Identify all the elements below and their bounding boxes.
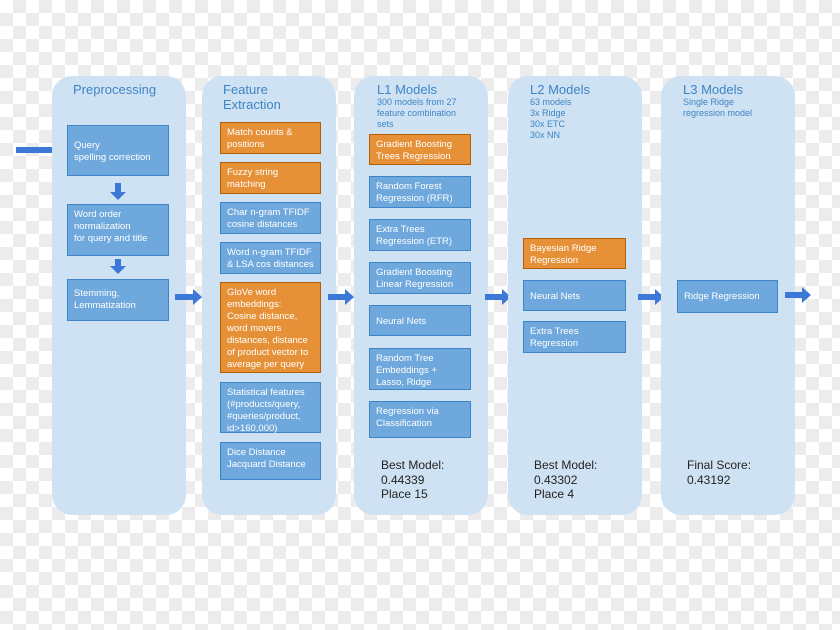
arrow-1 xyxy=(175,289,202,305)
model-box: Random Forest Regression (RFR) xyxy=(369,176,471,208)
column-subtitle: 300 models from 27 feature combination s… xyxy=(377,97,457,129)
column-title: Preprocessing xyxy=(73,82,157,97)
model-box: GloVe word embeddings: Cosine distance, … xyxy=(220,282,321,373)
down-arrow xyxy=(110,259,126,274)
model-box: Char n-gram TFIDF cosine distances xyxy=(220,202,321,234)
arrow-3 xyxy=(485,289,511,305)
model-box: Fuzzy string matching xyxy=(220,162,321,194)
model-box: Regression via Classification xyxy=(369,401,471,438)
column-title: L2 Models xyxy=(530,82,590,97)
model-box: Extra Trees Regression xyxy=(523,321,626,353)
model-box: Neural Nets xyxy=(523,280,626,311)
model-box: Word n-gram TFIDF & LSA cos distances xyxy=(220,242,321,274)
step-word-order: Word order normalization for query and t… xyxy=(67,204,169,256)
l2-result: Best Model: 0.43302 Place 4 xyxy=(534,458,598,501)
l1-result: Best Model: 0.44339 Place 15 xyxy=(381,458,445,501)
down-arrow xyxy=(110,183,126,200)
model-box: Extra Trees Regression (ETR) xyxy=(369,219,471,251)
model-box: Match counts & positions xyxy=(220,122,321,154)
input-arrow xyxy=(16,142,64,158)
model-box: Dice Distance Jacquard Distance xyxy=(220,442,321,480)
column-title: L1 Models xyxy=(377,82,437,97)
model-box: Gradient Boosting Trees Regression xyxy=(369,134,471,165)
column-title: L3 Models xyxy=(683,82,743,97)
l3-result: Final Score: 0.43192 xyxy=(687,458,752,487)
column-subtitle: Single Ridge regression model xyxy=(683,97,753,118)
model-box: Ridge Regression xyxy=(677,280,778,313)
step-stemming: Stemming, Lemmatization xyxy=(67,279,169,321)
model-box: Gradient Boosting Linear Regression xyxy=(369,262,471,294)
model-box: Bayesian Ridge Regression xyxy=(523,238,626,269)
arrow-4 xyxy=(638,289,664,305)
model-box: Random Tree Embeddings + Lasso, Ridge xyxy=(369,348,471,390)
step-spelling-correction: Query spelling correction xyxy=(67,125,169,176)
model-box: Neural Nets xyxy=(369,305,471,336)
arrow-2 xyxy=(328,289,354,305)
column-title: Feature Extraction xyxy=(223,82,281,112)
model-box: Statistical features (#products/query, #… xyxy=(220,382,321,434)
output-arrow xyxy=(785,287,811,303)
column-subtitle: 63 models 3x Ridge 30x ETC 30x NN xyxy=(530,97,572,140)
